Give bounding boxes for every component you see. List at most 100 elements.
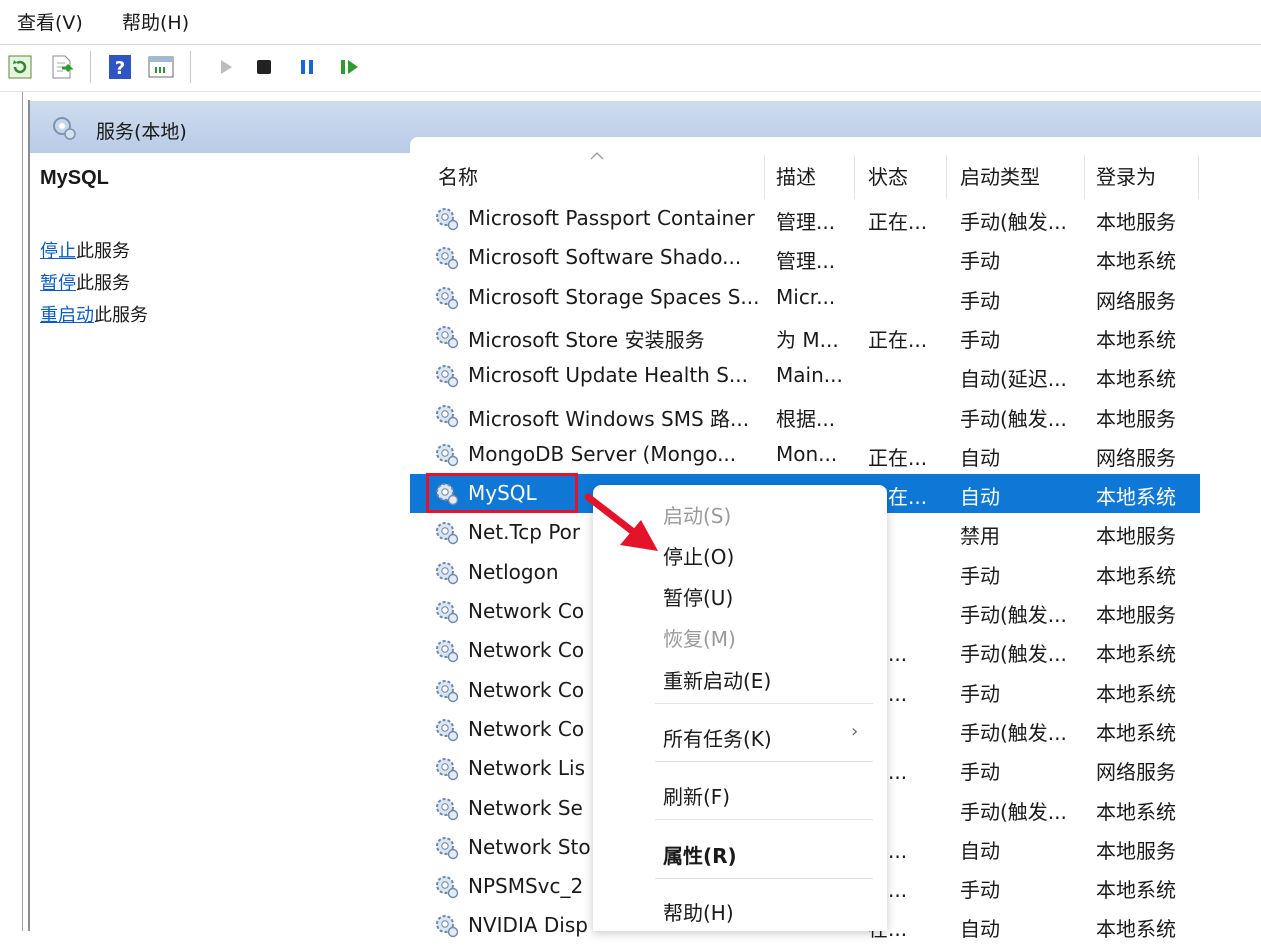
cell-status: 正在...	[868, 445, 928, 470]
cell-startup: 手动(触发...	[960, 603, 1067, 627]
menu-item-resume[interactable]: 恢复(M)	[663, 623, 736, 652]
pause-service-link[interactable]: 暂停	[40, 273, 76, 294]
cell-logon: 网络服务	[1096, 288, 1176, 313]
cell-logon: 本地系统	[1096, 878, 1176, 903]
cell-desc: 根据...	[776, 406, 836, 431]
table-row[interactable]: Microsoft Storage Spaces S... Micr... 手动 网络…	[410, 278, 1200, 317]
cell-desc: 管理...	[776, 249, 836, 274]
table-row[interactable]: Microsoft Update Health S... Main... 自动(延迟…	[410, 356, 1200, 395]
service-gear-icon	[436, 836, 459, 859]
menu-item-restart[interactable]: 重新启动(E)	[663, 665, 771, 694]
context-menu: 启动(S) 停止(O) 暂停(U) 恢复(M) 重新启动(E) 所有任务(K) …	[593, 485, 887, 931]
cell-logon: 本地服务	[1096, 406, 1176, 431]
service-gear-icon	[436, 601, 459, 624]
menu-item-help[interactable]: 帮助(H)	[663, 897, 734, 926]
cell-logon: 本地服务	[1096, 838, 1176, 863]
col-desc[interactable]: 描述	[776, 161, 816, 190]
cell-desc: Main...	[776, 363, 843, 388]
cell-name: Microsoft Storage Spaces S...	[468, 284, 760, 309]
menu-item-start[interactable]: 启动(S)	[663, 500, 731, 529]
cell-logon: 本地系统	[1096, 681, 1176, 706]
col-startup[interactable]: 启动类型	[960, 161, 1040, 190]
cell-desc: 为 M...	[776, 327, 839, 352]
stop-icon[interactable]	[250, 53, 278, 81]
service-gear-icon	[436, 561, 459, 584]
sort-asc-icon	[590, 152, 604, 160]
cell-name: Microsoft Windows SMS 路...	[468, 406, 750, 431]
cell-logon: 网络服务	[1096, 760, 1176, 785]
service-gear-icon	[436, 876, 459, 899]
menu-item-refresh[interactable]: 刷新(F)	[663, 781, 730, 810]
cell-startup: 手动(触发...	[960, 720, 1067, 745]
export-icon[interactable]	[48, 53, 76, 81]
table-row[interactable]: MongoDB Server (Mongo... Mon... 正在... 自动 网络服…	[410, 435, 1200, 474]
action-restart: 重启动此服务	[40, 301, 148, 327]
table-row[interactable]: Microsoft Windows SMS 路... 根据... 手动(触发... 本…	[410, 396, 1200, 435]
table-row[interactable]: Microsoft Software Shado... 管理... 手动 本地系统	[410, 238, 1200, 277]
cell-startup: 自动(延迟...	[960, 367, 1067, 392]
cell-name: Microsoft Update Health S...	[468, 363, 748, 388]
service-gear-icon	[436, 640, 459, 663]
cell-startup: 手动	[960, 563, 1000, 588]
services-title: 服务(本地)	[96, 121, 187, 143]
selected-service-name: MySQL	[40, 167, 109, 189]
menu-view[interactable]: 查看(V)	[17, 8, 83, 35]
cell-startup: 手动	[960, 878, 1000, 903]
cell-status: 正在...	[868, 210, 928, 234]
svg-text:?: ?	[115, 58, 125, 79]
menu-item-all-tasks[interactable]: 所有任务(K)	[663, 723, 772, 752]
help-icon[interactable]: ?	[106, 53, 134, 81]
col-status[interactable]: 状态	[868, 161, 908, 190]
table-row[interactable]: Microsoft Passport Container 管理... 正在... 手动…	[410, 199, 1200, 238]
service-gear-icon	[436, 286, 459, 309]
cell-startup: 自动	[960, 838, 1000, 863]
cell-name: Microsoft Software Shado...	[468, 245, 742, 270]
service-gear-icon	[436, 679, 459, 702]
menu-item-properties[interactable]: 属性(R)	[663, 840, 737, 869]
menu-help[interactable]: 帮助(H)	[122, 8, 189, 35]
service-gear-icon	[436, 443, 459, 466]
menu-item-pause[interactable]: 暂停(U)	[663, 582, 733, 611]
menu-item-stop[interactable]: 停止(O)	[663, 541, 734, 570]
mysql-highlight-box	[426, 473, 578, 513]
cell-status: 正在...	[868, 327, 928, 352]
cell-logon: 本地系统	[1096, 917, 1176, 942]
refresh-icon[interactable]	[6, 53, 34, 81]
col-logon[interactable]: 登录为	[1096, 161, 1156, 190]
service-gear-icon	[436, 247, 459, 270]
cell-name: Microsoft Store 安装服务	[468, 327, 705, 352]
cell-logon: 本地系统	[1096, 485, 1176, 510]
services-gear-icon	[53, 117, 76, 140]
service-gear-icon	[436, 404, 459, 427]
cell-logon: 本地系统	[1096, 327, 1176, 352]
service-gear-icon	[436, 718, 459, 742]
cell-desc: Micr...	[776, 284, 836, 309]
pause-icon[interactable]	[293, 53, 321, 81]
cell-logon: 本地系统	[1096, 799, 1176, 824]
cell-logon: 本地系统	[1096, 720, 1176, 745]
restart-service-link[interactable]: 重启动	[40, 305, 94, 326]
col-name[interactable]: 名称	[438, 161, 478, 190]
table-row[interactable]: Microsoft Store 安装服务 为 M... 正在... 手动 本地系统	[410, 317, 1200, 356]
console-icon[interactable]	[147, 53, 175, 81]
resume-icon[interactable]	[335, 53, 363, 81]
action-stop: 停止此服务	[40, 237, 130, 263]
submenu-chevron-icon: ›	[851, 721, 859, 742]
cell-startup: 手动	[960, 288, 1000, 313]
left-tree-strip	[0, 92, 23, 931]
service-gear-icon	[436, 797, 459, 820]
cell-desc: 管理...	[776, 210, 836, 234]
start-icon[interactable]	[212, 53, 240, 81]
cell-startup: 手动(触发...	[960, 799, 1067, 824]
cell-startup: 禁用	[960, 524, 1000, 549]
service-gear-icon	[436, 365, 459, 388]
cell-startup: 手动(触发...	[960, 642, 1067, 667]
cell-startup: 手动	[960, 760, 1000, 785]
menu-bar: 查看(V) 帮助(H)	[0, 0, 1261, 45]
action-pause: 暂停此服务	[40, 269, 130, 295]
cell-startup: 手动(触发...	[960, 210, 1067, 234]
action-suffix: 此服务	[94, 305, 148, 326]
stop-service-link[interactable]: 停止	[40, 241, 76, 262]
cell-logon: 本地系统	[1096, 367, 1176, 392]
cell-name: Microsoft Passport Container	[468, 206, 755, 230]
